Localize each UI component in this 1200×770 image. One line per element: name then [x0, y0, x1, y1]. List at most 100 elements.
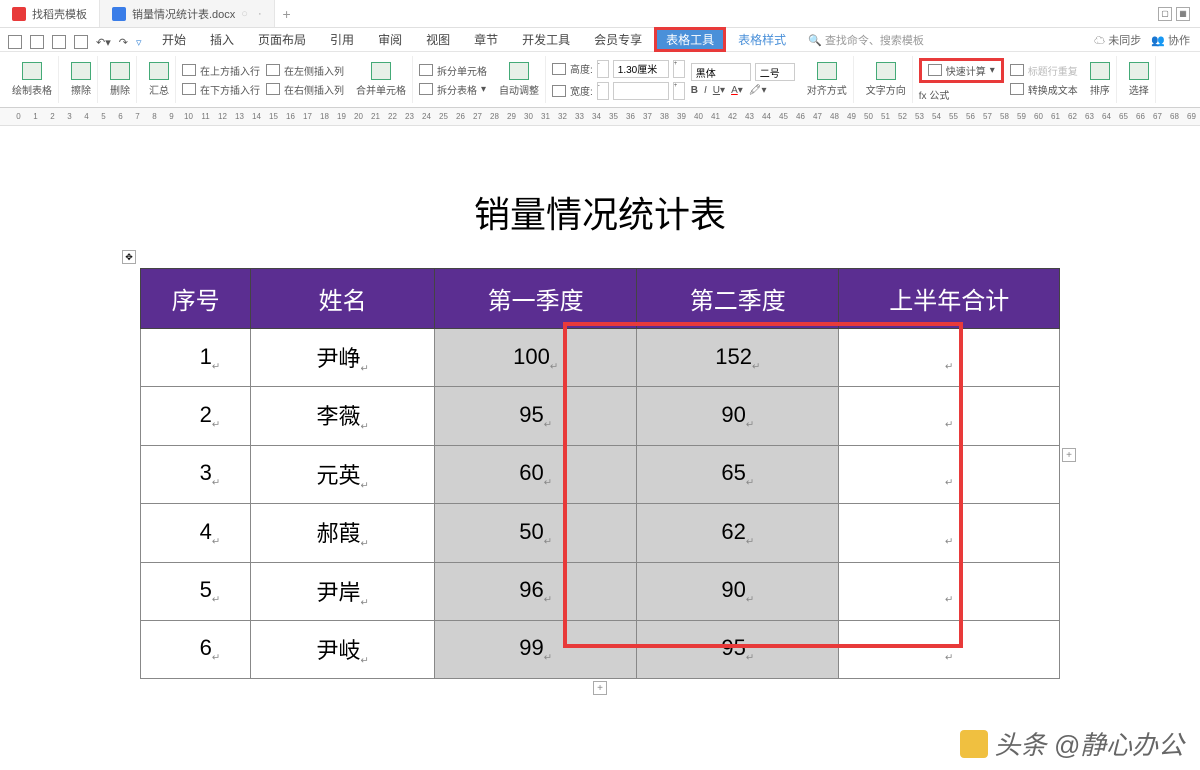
italic-button[interactable]: I: [704, 85, 707, 96]
menu-reference[interactable]: 引用: [318, 27, 366, 52]
cell-total[interactable]: ↵: [839, 620, 1060, 678]
width-input[interactable]: [613, 82, 669, 100]
select-icon[interactable]: [1129, 62, 1149, 80]
document-canvas[interactable]: 销量情况统计表 ✥ 序号 姓名 第一季度 第二季度 上半年合计 1↵尹峥↵100…: [0, 126, 1200, 679]
cell-name[interactable]: 李薇↵: [251, 387, 435, 445]
tab-close-icon[interactable]: ·: [258, 8, 262, 20]
cell-index[interactable]: 4↵: [141, 504, 251, 562]
menu-review[interactable]: 审阅: [366, 27, 414, 52]
height-spinner-down[interactable]: -: [597, 60, 609, 78]
cell-total[interactable]: ↵: [839, 387, 1060, 445]
command-search[interactable]: 🔍 查找命令、搜索模板: [808, 32, 924, 48]
font-family-select[interactable]: [691, 63, 751, 81]
sales-table[interactable]: 序号 姓名 第一季度 第二季度 上半年合计 1↵尹峥↵100↵152↵↵ 2↵李…: [140, 268, 1060, 679]
cell-total[interactable]: ↵: [839, 329, 1060, 387]
th-index[interactable]: 序号: [141, 269, 251, 329]
split-table-button[interactable]: 拆分表格▾: [419, 82, 487, 97]
menu-member[interactable]: 会员专享: [582, 27, 654, 52]
th-q1[interactable]: 第一季度: [435, 269, 637, 329]
cell-q1[interactable]: 100↵: [435, 329, 637, 387]
insert-right-button[interactable]: 在右侧插入列: [266, 82, 344, 97]
width-spinner-up[interactable]: +: [673, 82, 685, 100]
cell-q2[interactable]: 65↵: [637, 445, 839, 503]
cell-index[interactable]: 3↵: [141, 445, 251, 503]
menu-table-style[interactable]: 表格样式: [726, 27, 798, 52]
preview-icon[interactable]: [74, 35, 88, 49]
th-name[interactable]: 姓名: [251, 269, 435, 329]
add-column-button[interactable]: +: [1062, 448, 1076, 462]
menu-table-tools[interactable]: 表格工具: [654, 27, 726, 52]
underline-button[interactable]: U▾: [713, 85, 725, 96]
add-row-button[interactable]: +: [593, 681, 607, 695]
cell-total[interactable]: ↵: [839, 562, 1060, 620]
eraser-icon[interactable]: [71, 62, 91, 80]
menu-start[interactable]: 开始: [150, 27, 198, 52]
convert-text-button[interactable]: 转换成文本: [1010, 82, 1078, 97]
cell-q1[interactable]: 96↵: [435, 562, 637, 620]
tab-pin-icon[interactable]: ○: [241, 8, 248, 20]
cell-q1[interactable]: 99↵: [435, 620, 637, 678]
qat-dropdown[interactable]: ▿: [136, 36, 142, 49]
table-move-handle[interactable]: ✥: [122, 250, 136, 264]
undo-button[interactable]: ↶▾: [96, 36, 111, 49]
menu-chapter[interactable]: 章节: [462, 27, 510, 52]
font-color-button[interactable]: A▾: [731, 85, 743, 96]
summary-icon[interactable]: [149, 62, 169, 80]
cell-name[interactable]: 尹岸↵: [251, 562, 435, 620]
cell-q1[interactable]: 50↵: [435, 504, 637, 562]
th-q2[interactable]: 第二季度: [637, 269, 839, 329]
cell-q2[interactable]: 152↵: [637, 329, 839, 387]
cell-q2[interactable]: 95↵: [637, 620, 839, 678]
insert-above-button[interactable]: 在上方插入行: [182, 63, 260, 78]
save-icon[interactable]: [30, 35, 44, 49]
cell-q2[interactable]: 62↵: [637, 504, 839, 562]
cell-index[interactable]: 6↵: [141, 620, 251, 678]
window-layout-icon[interactable]: ▢: [1158, 7, 1172, 21]
autofit-icon[interactable]: [509, 62, 529, 80]
draw-table-icon[interactable]: [22, 62, 42, 80]
cell-index[interactable]: 1↵: [141, 329, 251, 387]
app-tab-document[interactable]: 销量情况统计表.docx ○ ·: [100, 0, 275, 27]
cell-name[interactable]: 尹岐↵: [251, 620, 435, 678]
width-spinner-down[interactable]: -: [597, 82, 609, 100]
menu-icon[interactable]: [8, 35, 22, 49]
align-icon[interactable]: [817, 62, 837, 80]
repeat-header-button[interactable]: 标题行重复: [1010, 63, 1078, 78]
insert-left-button[interactable]: 在左侧插入列: [266, 63, 344, 78]
delete-icon[interactable]: [110, 62, 130, 80]
menu-dev-tools[interactable]: 开发工具: [510, 27, 582, 52]
cell-name[interactable]: 尹峥↵: [251, 329, 435, 387]
cell-total[interactable]: ↵: [839, 504, 1060, 562]
cell-index[interactable]: 2↵: [141, 387, 251, 445]
print-icon[interactable]: [52, 35, 66, 49]
text-direction-icon[interactable]: [876, 62, 896, 80]
merge-cells-icon[interactable]: [371, 62, 391, 80]
formula-button[interactable]: fx 公式: [919, 87, 1004, 102]
app-tab-templates[interactable]: 找稻壳模板: [0, 0, 100, 27]
th-total[interactable]: 上半年合计: [839, 269, 1060, 329]
height-spinner-up[interactable]: +: [673, 60, 685, 78]
cell-q1[interactable]: 60↵: [435, 445, 637, 503]
menu-view[interactable]: 视图: [414, 27, 462, 52]
redo-button[interactable]: ↷: [119, 36, 128, 49]
sync-status[interactable]: ☁ 未同步: [1094, 32, 1141, 48]
quick-calc-button[interactable]: 快速计算▾: [919, 58, 1004, 83]
new-tab-button[interactable]: +: [275, 6, 299, 22]
cell-q2[interactable]: 90↵: [637, 387, 839, 445]
insert-below-button[interactable]: 在下方插入行: [182, 82, 260, 97]
cell-name[interactable]: 郝葭↵: [251, 504, 435, 562]
cell-q2[interactable]: 90↵: [637, 562, 839, 620]
split-cell-button[interactable]: 拆分单元格: [419, 63, 487, 78]
cell-index[interactable]: 5↵: [141, 562, 251, 620]
font-size-select[interactable]: [755, 63, 795, 81]
collab-button[interactable]: 👥 协作: [1151, 32, 1190, 48]
cell-total[interactable]: ↵: [839, 445, 1060, 503]
cell-name[interactable]: 元英↵: [251, 445, 435, 503]
highlight-button[interactable]: 🖍▾: [749, 85, 767, 96]
menu-page-layout[interactable]: 页面布局: [246, 27, 318, 52]
height-input[interactable]: [613, 60, 669, 78]
menu-insert[interactable]: 插入: [198, 27, 246, 52]
cell-q1[interactable]: 95↵: [435, 387, 637, 445]
window-grid-icon[interactable]: ▦: [1176, 7, 1190, 21]
bold-button[interactable]: B: [691, 85, 698, 96]
